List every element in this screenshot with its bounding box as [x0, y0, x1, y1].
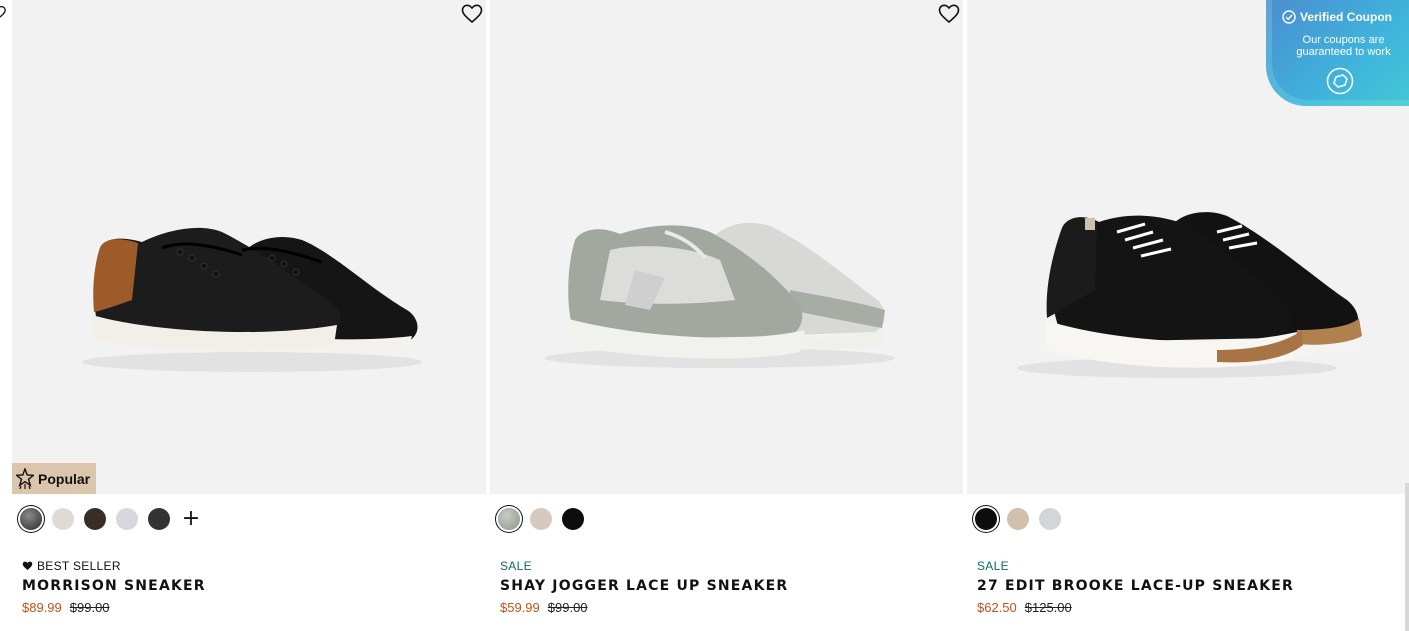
verified-coupon-widget[interactable]: Verified Coupon Our coupons are guarante…	[1266, 0, 1409, 106]
original-price: $125.00	[1024, 600, 1072, 615]
heart-filled-icon	[22, 561, 33, 570]
color-swatch[interactable]	[20, 508, 42, 530]
product-info: SALE SHAY JOGGER LACE UP SNEAKER $59.99 …	[500, 558, 788, 615]
color-swatch[interactable]	[530, 508, 552, 530]
original-price: $99.00	[69, 600, 110, 615]
color-swatch[interactable]	[1039, 508, 1061, 530]
star-icon	[16, 467, 34, 489]
badge-label: BEST SELLER	[37, 559, 121, 573]
check-circle-icon	[1282, 10, 1296, 24]
scrollbar[interactable]	[1405, 483, 1409, 631]
sale-price: $59.99	[500, 600, 540, 615]
color-swatch[interactable]	[1007, 508, 1029, 530]
color-swatch[interactable]	[975, 508, 997, 530]
product-card-shay-jogger[interactable]: SALE SHAY JOGGER LACE UP SNEAKER $59.99 …	[490, 0, 963, 631]
popular-tag: Popular	[12, 463, 96, 494]
color-swatches	[498, 508, 584, 530]
product-name[interactable]: SHAY JOGGER LACE UP SNEAKER	[500, 578, 788, 594]
color-swatch[interactable]	[148, 508, 170, 530]
color-swatches	[975, 508, 1061, 530]
coupon-title: Verified Coupon	[1282, 10, 1392, 24]
sale-price: $62.50	[977, 600, 1017, 615]
popular-label: Popular	[38, 470, 91, 487]
heart-outline-icon[interactable]	[0, 4, 6, 22]
color-swatch[interactable]	[498, 508, 520, 530]
coupon-subtitle: Our coupons are guaranteed to work	[1296, 34, 1391, 58]
product-name[interactable]: MORRISON SNEAKER	[22, 578, 206, 594]
original-price: $99.00	[547, 600, 588, 615]
product-grid-page: Popular + BEST SELLER MORRISON SNEAKER $…	[0, 0, 1409, 631]
heart-outline-icon[interactable]	[938, 4, 960, 24]
more-colors-button[interactable]: +	[180, 508, 202, 530]
color-swatch[interactable]	[52, 508, 74, 530]
coupon-title-text: Verified Coupon	[1300, 10, 1393, 24]
product-name[interactable]: 27 EDIT BROOKE LACE-UP SNEAKER	[977, 578, 1294, 594]
previous-card-edge	[0, 0, 8, 495]
product-image[interactable]	[490, 0, 963, 494]
product-card-morrison[interactable]: Popular + BEST SELLER MORRISON SNEAKER $…	[12, 0, 486, 631]
sale-badge: SALE	[500, 559, 532, 573]
color-swatch[interactable]	[116, 508, 138, 530]
best-seller-badge: BEST SELLER	[22, 558, 206, 574]
product-info: BEST SELLER MORRISON SNEAKER $89.99 $99.…	[22, 558, 206, 615]
product-prices: $59.99 $99.00	[500, 600, 788, 615]
product-prices: $89.99 $99.00	[22, 600, 206, 615]
color-swatch[interactable]	[84, 508, 106, 530]
product-prices: $62.50 $125.00	[977, 600, 1294, 615]
heart-outline-icon[interactable]	[461, 4, 483, 24]
color-swatch[interactable]	[562, 508, 584, 530]
product-image[interactable]: Popular	[12, 0, 486, 494]
sale-badge: SALE	[977, 559, 1009, 573]
product-info: SALE 27 EDIT BROOKE LACE-UP SNEAKER $62.…	[977, 558, 1294, 615]
sale-price: $89.99	[22, 600, 62, 615]
color-swatches: +	[20, 508, 202, 530]
grey-jogger-sneaker-image	[545, 222, 895, 368]
coupon-logo-icon[interactable]	[1326, 67, 1354, 95]
black-leather-sneaker-image	[82, 227, 422, 372]
